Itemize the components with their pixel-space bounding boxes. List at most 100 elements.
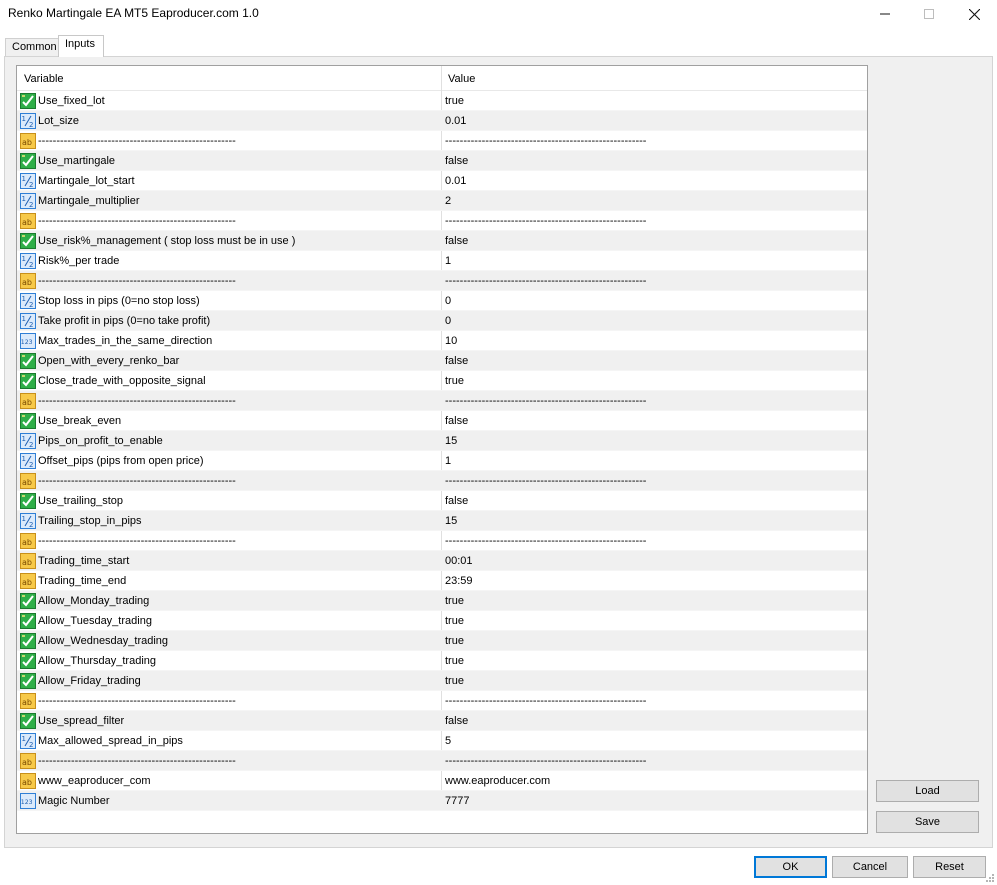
table-row[interactable]: ab --------------------------------------… [17,131,867,151]
variable-value[interactable]: ----------------------------------------… [445,695,646,707]
variable-value[interactable]: 15 [445,435,457,447]
svg-text:2: 2 [29,261,33,269]
variable-value[interactable]: 23:59 [445,575,473,587]
table-row[interactable]: 123 Magic Number 7777 [17,791,867,811]
variable-value[interactable]: 1 [445,255,451,267]
table-row[interactable]: ab --------------------------------------… [17,691,867,711]
variable-value[interactable]: 0 [445,295,451,307]
table-row[interactable]: ab www_eaproducer_com www.eaproducer.com [17,771,867,791]
table-row[interactable]: 1 2 Lot_size 0.01 [17,111,867,131]
svg-text:1: 1 [22,315,26,323]
variable-value[interactable]: true [445,375,464,387]
svg-text:ab: ab [22,558,32,567]
table-row[interactable]: 123 Max_trades_in_the_same_direction 10 [17,331,867,351]
table-row[interactable]: Use_trailing_stop false [17,491,867,511]
table-row[interactable]: Use_fixed_lot true [17,91,867,111]
maximize-button[interactable] [906,0,952,28]
variable-value[interactable]: 0.01 [445,115,466,127]
variable-value[interactable]: 00:01 [445,555,473,567]
table-row[interactable]: Use_break_even false [17,411,867,431]
table-row[interactable]: 1 2 Martingale_multiplier 2 [17,191,867,211]
table-row[interactable]: ab --------------------------------------… [17,211,867,231]
variable-value[interactable]: ----------------------------------------… [445,135,646,147]
table-row[interactable]: Allow_Wednesday_trading true [17,631,867,651]
resize-grip-icon[interactable] [983,873,995,885]
variable-value[interactable]: false [445,155,468,167]
tab-inputs[interactable]: Inputs [58,35,104,57]
table-row[interactable]: ab --------------------------------------… [17,271,867,291]
variable-value[interactable]: false [445,715,468,727]
variable-value[interactable]: true [445,615,464,627]
table-row[interactable]: Allow_Thursday_trading true [17,651,867,671]
variable-name: ----------------------------------------… [38,755,236,767]
variable-name: www_eaproducer_com [38,775,151,787]
cancel-button[interactable]: Cancel [832,856,908,878]
table-row[interactable]: 1 2 Offset_pips (pips from open price) 1 [17,451,867,471]
table-row[interactable]: 1 2 Stop loss in pips (0=no stop loss) 0 [17,291,867,311]
table-row[interactable]: Allow_Tuesday_trading true [17,611,867,631]
variable-value[interactable]: 0.01 [445,175,466,187]
table-row[interactable]: ab Trading_time_start 00:01 [17,551,867,571]
variable-value[interactable]: false [445,235,468,247]
bool-icon [20,413,36,429]
table-row[interactable]: 1 2 Max_allowed_spread_in_pips 5 [17,731,867,751]
table-row[interactable]: 1 2 Trailing_stop_in_pips 15 [17,511,867,531]
svg-text:2: 2 [29,301,33,309]
load-button[interactable]: Load [876,780,979,802]
variable-value[interactable]: ----------------------------------------… [445,275,646,287]
inputs-grid[interactable]: Variable Value Use_fixed_lot true 1 2 Lot_si… [16,65,868,834]
table-row[interactable]: 1 2 Risk%_per trade 1 [17,251,867,271]
table-row[interactable]: 1 2 Take profit in pips (0=no take profit)… [17,311,867,331]
table-row[interactable]: Allow_Friday_trading true [17,671,867,691]
tab-common[interactable]: Common [5,38,59,56]
table-row[interactable]: ab --------------------------------------… [17,531,867,551]
table-row[interactable]: Use_martingale false [17,151,867,171]
string-icon: ab [20,273,36,289]
table-row[interactable]: ab Trading_time_end 23:59 [17,571,867,591]
variable-value[interactable]: 5 [445,735,451,747]
variable-value[interactable]: true [445,655,464,667]
table-row[interactable]: 1 2 Pips_on_profit_to_enable 15 [17,431,867,451]
variable-value[interactable]: false [445,355,468,367]
table-row[interactable]: ab --------------------------------------… [17,751,867,771]
minimize-button[interactable] [862,0,908,28]
variable-value[interactable]: ----------------------------------------… [445,215,646,227]
variable-value[interactable]: 0 [445,315,451,327]
variable-value[interactable]: 1 [445,455,451,467]
reset-button[interactable]: Reset [913,856,986,878]
variable-value[interactable]: true [445,595,464,607]
variable-value[interactable]: true [445,675,464,687]
table-row[interactable]: Use_spread_filter false [17,711,867,731]
table-row[interactable]: Allow_Monday_trading true [17,591,867,611]
table-row[interactable]: Close_trade_with_opposite_signal true [17,371,867,391]
table-row[interactable]: Open_with_every_renko_bar false [17,351,867,371]
variable-value[interactable]: true [445,635,464,647]
variable-name: Use_spread_filter [38,715,125,727]
table-row[interactable]: Use_risk%_management ( stop loss must be… [17,231,867,251]
variable-value[interactable]: ----------------------------------------… [445,535,646,547]
ok-button[interactable]: OK [754,856,827,878]
save-button[interactable]: Save [876,811,979,833]
variable-value[interactable]: ----------------------------------------… [445,395,646,407]
double-icon: 12 [20,433,36,449]
variable-value[interactable]: true [445,95,464,107]
variable-name: Allow_Thursday_trading [38,655,157,667]
column-header-variable[interactable]: Variable [24,73,64,85]
variable-value[interactable]: ----------------------------------------… [445,475,646,487]
variable-value[interactable]: false [445,495,468,507]
variable-value[interactable]: 15 [445,515,457,527]
variable-value[interactable]: 2 [445,195,451,207]
column-header-value[interactable]: Value [448,73,475,85]
close-button[interactable] [951,0,997,28]
variable-value[interactable]: false [445,415,468,427]
window-title: Renko Martingale EA MT5 Eaproducer.com 1… [8,6,259,20]
table-row[interactable]: ab --------------------------------------… [17,471,867,491]
variable-value[interactable]: 10 [445,335,457,347]
variable-value[interactable]: ----------------------------------------… [445,755,646,767]
bool-icon [20,613,36,629]
table-row[interactable]: ab --------------------------------------… [17,391,867,411]
table-row[interactable]: 1 2 Martingale_lot_start 0.01 [17,171,867,191]
svg-text:2: 2 [29,201,33,209]
variable-value[interactable]: 7777 [445,795,469,807]
variable-value[interactable]: www.eaproducer.com [445,775,550,787]
